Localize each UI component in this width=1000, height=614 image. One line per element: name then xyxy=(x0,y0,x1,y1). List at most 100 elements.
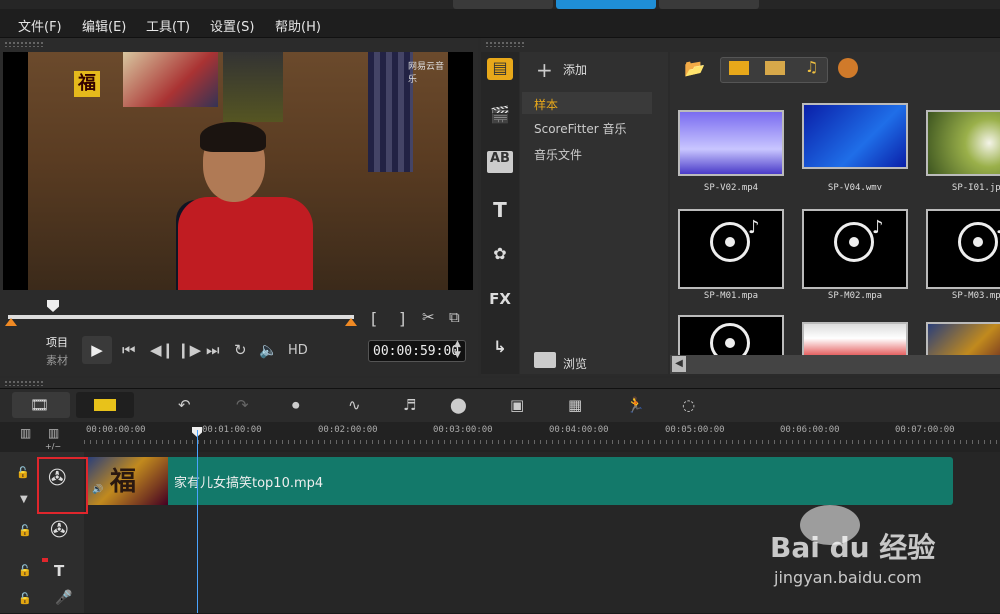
voice-track-header: 🔓 🎤 xyxy=(0,586,84,613)
show-photo-icon[interactable] xyxy=(765,61,785,75)
scissors-icon[interactable]: ✂ xyxy=(422,308,435,326)
clip-thumb-logo: 福 xyxy=(110,467,137,497)
panel-grip[interactable] xyxy=(485,41,525,47)
volume-icon[interactable]: 🔈 xyxy=(259,341,278,359)
collapse-icon[interactable]: ▼ xyxy=(20,494,28,505)
browse-button[interactable]: 浏览 xyxy=(563,355,587,372)
auto-music-icon[interactable]: ♬ xyxy=(403,396,416,414)
audio-indicator-icon: 🔊 xyxy=(92,485,104,495)
mode-clip[interactable]: 素材 xyxy=(46,352,68,368)
track-manager-icon[interactable]: ▥ xyxy=(20,426,31,440)
timeline-cursor-line xyxy=(197,430,198,613)
scroll-left-icon[interactable]: ◀ xyxy=(672,356,686,372)
baidu-url: jingyan.baidu.com xyxy=(774,568,922,587)
timeline-view-button[interactable] xyxy=(76,392,134,418)
home-icon[interactable]: ⏮ xyxy=(122,341,136,359)
media-scrollbar[interactable]: ◀ xyxy=(670,355,1000,374)
poster xyxy=(368,52,413,172)
menu-tools[interactable]: 工具(T) xyxy=(146,16,190,35)
media-thumb[interactable] xyxy=(926,110,1000,176)
menu-help[interactable]: 帮助(H) xyxy=(275,16,321,35)
video-clip[interactable]: 福 🔊 家有儿女搞笑top10.mp4 xyxy=(86,457,953,505)
folder-item-selected[interactable]: 样本 xyxy=(522,92,652,114)
video-frame: 福 网易云音乐 xyxy=(28,52,448,290)
timecode-display[interactable]: 00:00:59:00 xyxy=(368,340,466,362)
storyboard-view-button[interactable]: 🎞 xyxy=(12,392,70,418)
subtitle-editor-icon[interactable]: ▣ xyxy=(510,396,524,414)
timecode-stepper[interactable]: ▲ ▼ xyxy=(454,339,461,361)
microphone-icon[interactable]: 🎤 xyxy=(55,590,72,606)
tab-capture[interactable] xyxy=(453,0,553,9)
lock-icon[interactable]: 🔓 xyxy=(18,592,32,605)
media-thumb[interactable] xyxy=(802,103,908,169)
media-name: SP-M02.mpa xyxy=(827,291,883,301)
transition-icon[interactable]: AB xyxy=(487,151,513,173)
lock-icon[interactable]: 🔓 xyxy=(18,564,32,577)
title-track-icon[interactable]: T xyxy=(54,562,64,580)
chapter-icon[interactable]: ▥ xyxy=(48,426,59,440)
note-icon: ♪ xyxy=(872,217,884,238)
play-button[interactable]: ▶ xyxy=(82,336,112,364)
mode-project[interactable]: 项目 xyxy=(46,334,68,350)
lock-icon[interactable]: 🔓 xyxy=(16,466,30,479)
motion-tracking-icon[interactable]: ⬤ xyxy=(450,396,467,414)
mark-out-button[interactable]: ] xyxy=(399,309,405,328)
media-thumb[interactable]: ♪ xyxy=(678,209,784,289)
menu-settings[interactable]: 设置(S) xyxy=(210,16,254,35)
folder-item[interactable]: 音乐文件 xyxy=(534,146,582,163)
reel-icon[interactable] xyxy=(838,58,858,78)
ruler-label: 00:07:00:00 xyxy=(895,425,955,435)
prev-frame-icon[interactable]: ◀❙ xyxy=(150,341,174,359)
path-icon[interactable]: ↳ xyxy=(487,337,513,359)
figure xyxy=(178,197,313,290)
media-thumb[interactable]: ♪ xyxy=(802,209,908,289)
ruler-label: 00:01:00:00 xyxy=(202,425,262,435)
show-audio-icon[interactable]: ♫ xyxy=(805,58,818,76)
undo-icon[interactable]: ↶ xyxy=(178,396,191,414)
menu-file[interactable]: 文件(F) xyxy=(18,16,62,35)
audio-mixer-icon[interactable]: ∿ xyxy=(348,396,361,414)
panel-grip[interactable] xyxy=(4,41,44,47)
browse-icon[interactable] xyxy=(534,352,556,368)
scrubber-track[interactable] xyxy=(8,315,354,319)
add-icon[interactable]: + xyxy=(536,58,553,82)
mark-in-button[interactable]: [ xyxy=(371,309,377,328)
title-icon[interactable]: T xyxy=(487,198,513,222)
next-frame-icon[interactable]: ❙▶ xyxy=(177,341,201,359)
lock-icon[interactable]: 🔓 xyxy=(18,524,32,537)
add-remove-track[interactable]: +/− xyxy=(45,442,61,451)
ruler-ticks xyxy=(84,440,1000,444)
trim-start-marker[interactable] xyxy=(5,318,17,326)
multi-camera-icon[interactable]: ▦ xyxy=(568,396,582,414)
preview-video[interactable]: 福 网易云音乐 xyxy=(3,52,473,290)
tab-edit[interactable] xyxy=(556,0,656,9)
media-thumb[interactable]: ♪ xyxy=(926,209,1000,289)
media-category-icon[interactable]: ▤ xyxy=(487,58,513,80)
trim-end-marker[interactable] xyxy=(345,318,357,326)
tab-share[interactable] xyxy=(659,0,759,9)
menu-edit[interactable]: 编辑(E) xyxy=(82,16,126,35)
filter-icon[interactable]: FX xyxy=(487,290,513,312)
show-video-icon[interactable] xyxy=(729,61,749,75)
media-name: SP-V04.wmv xyxy=(827,183,883,193)
media-name: SP-V02.mp4 xyxy=(703,183,759,193)
graphics-icon[interactable]: ✿ xyxy=(487,244,513,266)
enlarge-icon[interactable]: ⧉ xyxy=(449,308,460,326)
time-remapping-icon[interactable]: 🏃 xyxy=(626,396,645,414)
add-folder-button[interactable]: 添加 xyxy=(563,61,587,78)
ruler-label: 00:06:00:00 xyxy=(780,425,840,435)
redo-icon[interactable]: ↷ xyxy=(236,396,249,414)
record-capture-icon[interactable]: ⏺ xyxy=(292,396,300,414)
hd-button[interactable]: HD xyxy=(288,343,308,358)
folder-item[interactable]: ScoreFitter 音乐 xyxy=(534,120,627,137)
repeat-icon[interactable]: ↻ xyxy=(234,341,247,359)
panel-grip[interactable] xyxy=(4,380,44,386)
zoom-fit-icon[interactable]: ◌ xyxy=(682,396,695,414)
menu-bar: 文件(F) 编辑(E) 工具(T) 设置(S) 帮助(H) xyxy=(0,9,1000,38)
folder-open-icon[interactable]: 📂 xyxy=(684,59,705,79)
timeline-ruler[interactable]: ▥ ▥ +/− 00:00:00:00 00:01:00:00 00:02:00… xyxy=(0,422,1000,452)
film-reel-icon[interactable]: ✇ xyxy=(50,518,68,543)
end-icon[interactable]: ⏭ xyxy=(206,341,220,359)
media-thumb[interactable] xyxy=(678,110,784,176)
instant-project-icon[interactable]: 🎬 xyxy=(487,105,513,127)
